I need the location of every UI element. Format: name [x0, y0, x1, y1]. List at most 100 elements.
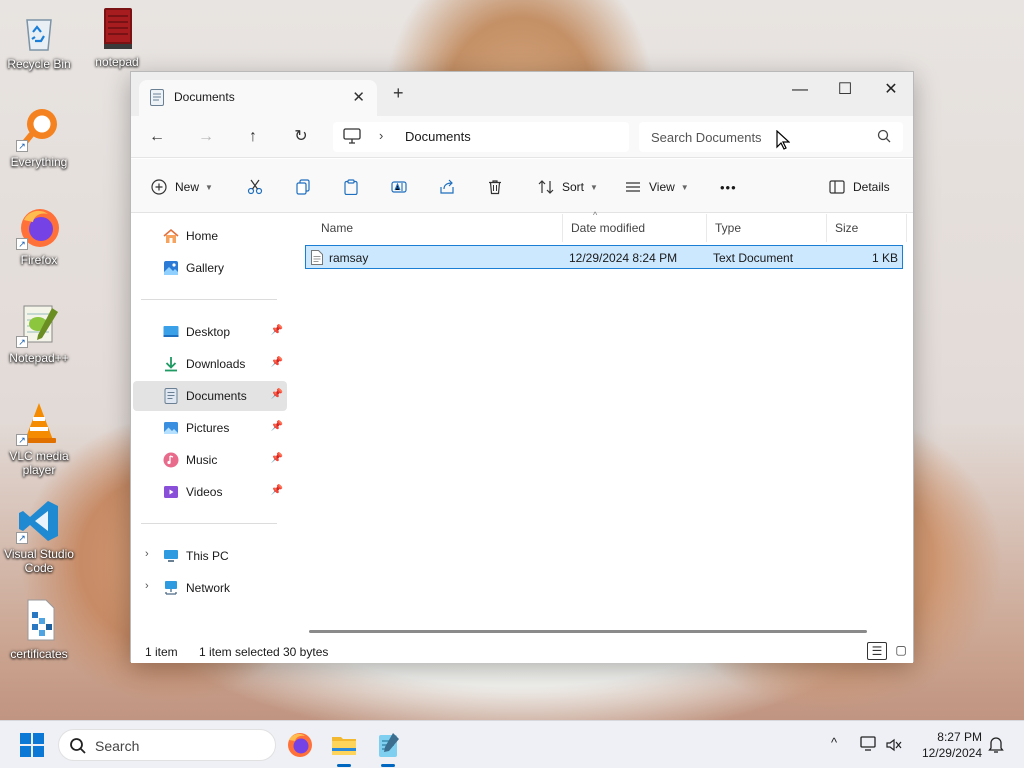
scissors-icon: [247, 179, 263, 195]
chevron-down-icon: ▼: [205, 182, 213, 192]
pictures-icon: [164, 422, 178, 434]
nav-item-label: Pictures: [186, 421, 230, 435]
close-window-button[interactable]: ✕: [879, 78, 903, 102]
nav-item-label: This PC: [186, 549, 229, 563]
desktop-icon-notepad[interactable]: notepad: [78, 6, 156, 69]
pin-icon[interactable]: 📌: [271, 485, 283, 496]
horizontal-scrollbar[interactable]: [309, 630, 867, 633]
desktop-icon-vlc[interactable]: ↗ VLC media player: [0, 400, 78, 477]
view-button-label: View: [649, 180, 675, 194]
refresh-icon[interactable]: ↻: [290, 126, 312, 148]
nav-item-label: Documents: [186, 389, 247, 403]
windows-start-icon[interactable]: [20, 733, 44, 757]
file-list: ^ Name Date modified Type Size ramsay 12…: [291, 210, 913, 639]
cut-button[interactable]: [247, 176, 263, 198]
address-bar: ← → ↑ ↻ › Documents: [131, 116, 913, 158]
maximize-button[interactable]: ☐: [833, 78, 857, 102]
chevron-right-icon[interactable]: ›: [379, 128, 383, 143]
delete-button[interactable]: [487, 176, 503, 198]
nav-item-gallery[interactable]: Gallery: [133, 253, 287, 283]
desktop-icon-recycle-bin[interactable]: Recycle Bin: [0, 8, 78, 71]
nav-item-pictures[interactable]: Pictures 📌: [133, 413, 287, 443]
firefox-icon[interactable]: [284, 729, 316, 761]
column-header-name[interactable]: Name: [313, 214, 563, 242]
column-header-size[interactable]: Size: [827, 214, 907, 242]
desktop-icon-certificates[interactable]: certificates: [0, 598, 78, 661]
copy-button[interactable]: [295, 176, 311, 198]
nav-item-videos[interactable]: Videos 📌: [133, 477, 287, 507]
details-pane-button[interactable]: Details: [829, 176, 890, 198]
nav-item-network[interactable]: › Network: [133, 573, 287, 603]
nav-item-home[interactable]: Home: [133, 221, 287, 251]
chevron-up-icon[interactable]: ^: [831, 735, 837, 750]
pin-icon[interactable]: 📌: [271, 453, 283, 464]
chevron-right-icon[interactable]: ›: [145, 580, 149, 592]
minimize-button[interactable]: —: [788, 78, 812, 102]
close-tab-icon[interactable]: ✕: [352, 88, 365, 106]
tab-documents[interactable]: Documents ✕: [139, 80, 377, 116]
desktop-icon-label: Everything: [10, 155, 68, 169]
vlc-cone-icon: ↗: [16, 400, 62, 446]
system-clock[interactable]: 8:27 PM 12/29/2024: [910, 729, 982, 761]
file-size: 1 KB: [871, 251, 898, 265]
sort-button[interactable]: Sort ▼: [538, 176, 598, 198]
text-file-icon: [311, 250, 323, 265]
pin-icon[interactable]: 📌: [271, 357, 283, 368]
speaker-muted-icon[interactable]: [886, 737, 902, 753]
firefox-icon: ↗: [16, 204, 62, 250]
file-row[interactable]: ramsay 12/29/2024 8:24 PM Text Document …: [305, 245, 903, 269]
chevron-right-icon[interactable]: ›: [145, 548, 149, 560]
taskbar-search-placeholder: Search: [95, 738, 140, 754]
new-button-label: New: [175, 180, 200, 194]
pin-icon[interactable]: 📌: [271, 325, 283, 336]
pin-icon[interactable]: 📌: [271, 421, 283, 432]
notification-bell-icon[interactable]: [988, 736, 1004, 754]
search-icon: [877, 129, 891, 143]
breadcrumb-item-documents[interactable]: Documents: [405, 129, 471, 144]
nav-divider: [141, 523, 277, 524]
clock-date: 12/29/2024: [921, 746, 982, 760]
taskbar-notepad[interactable]: [372, 729, 404, 767]
rename-button[interactable]: [391, 176, 407, 198]
details-view-icon[interactable]: ☰: [867, 642, 887, 660]
desktop-icon-everything[interactable]: ↗ Everything: [0, 106, 78, 169]
back-arrow-icon[interactable]: ←: [146, 126, 168, 148]
desktop-icon-firefox[interactable]: ↗ Firefox: [0, 204, 78, 267]
nav-item-label: Downloads: [186, 357, 246, 371]
sort-button-label: Sort: [562, 180, 585, 194]
notepad-book-icon: [94, 6, 140, 52]
up-arrow-icon[interactable]: ↑: [242, 126, 264, 148]
search-input[interactable]: [651, 127, 861, 147]
pin-icon[interactable]: 📌: [271, 389, 283, 400]
share-button[interactable]: [439, 176, 455, 198]
desktop-icon-notepadpp[interactable]: ↗ Notepad++: [0, 302, 78, 365]
column-header-date-modified[interactable]: Date modified: [563, 214, 707, 242]
rename-icon: [391, 181, 407, 193]
file-type: Text Document: [713, 251, 794, 265]
nav-item-documents[interactable]: Documents 📌: [133, 381, 287, 411]
paste-button[interactable]: [343, 176, 359, 198]
nav-item-desktop[interactable]: Desktop 📌: [133, 317, 287, 347]
column-header-type[interactable]: Type: [707, 214, 827, 242]
tiles-view-icon[interactable]: ▢: [891, 642, 911, 660]
taskbar-search[interactable]: Search: [58, 729, 276, 761]
nav-item-music[interactable]: Music 📌: [133, 445, 287, 475]
view-button[interactable]: View ▼: [625, 176, 689, 198]
search-box[interactable]: [639, 122, 903, 152]
desktop-icon-vscode[interactable]: ↗ Visual Studio Code: [0, 498, 78, 575]
more-options-button[interactable]: •••: [720, 176, 737, 198]
forward-arrow-icon[interactable]: →: [195, 126, 217, 148]
desktop-icon-label: VLC media player: [9, 449, 69, 477]
shortcut-arrow-icon: ↗: [16, 532, 28, 544]
nav-item-label: Videos: [186, 485, 223, 499]
file-explorer-icon: [332, 737, 356, 755]
nav-item-this-pc[interactable]: › This PC: [133, 541, 287, 571]
new-button[interactable]: New ▼: [151, 176, 213, 198]
network-display-icon[interactable]: [860, 735, 878, 753]
new-tab-button[interactable]: +: [393, 84, 404, 102]
nav-item-label: Music: [186, 453, 218, 467]
breadcrumb[interactable]: › Documents: [333, 122, 629, 152]
nav-item-downloads[interactable]: Downloads 📌: [133, 349, 287, 379]
taskbar-file-explorer[interactable]: [328, 729, 360, 767]
desktop-folder-icon: [163, 326, 179, 337]
